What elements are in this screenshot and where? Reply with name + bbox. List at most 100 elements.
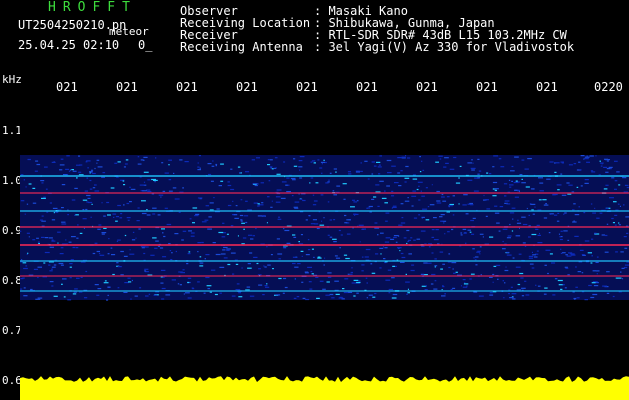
noise-speck [493,265,497,267]
noise-speck [367,178,370,180]
noise-speck [309,288,313,290]
noise-speck [239,172,241,174]
noise-speck [208,173,212,176]
noise-speck [342,183,347,185]
noise-speck [575,266,577,268]
noise-speck [443,222,445,224]
noise-speck [168,190,173,192]
noise-speck [375,253,379,255]
noise-speck [493,155,499,157]
noise-speck [319,167,323,169]
noise-speck [506,203,511,205]
noise-speck [91,203,93,205]
noise-speck [514,189,518,191]
noise-speck [292,179,296,181]
noise-speck [223,257,228,259]
noise-speck [197,197,203,199]
noise-speck [580,185,583,187]
noise-speck [24,213,26,215]
noise-speck [590,170,594,172]
noise-speck [327,272,332,274]
noise-speck [299,177,303,179]
noise-speck [557,212,560,214]
noise-speck [608,166,613,168]
noise-speck [125,159,129,161]
noise-speck [66,155,70,157]
noise-speck [197,251,199,253]
noise-speck [489,292,493,294]
noise-speck [544,287,548,289]
noise-speck [364,160,368,162]
noise-speck [94,184,97,186]
noise-speck [529,263,534,265]
noise-speck [285,184,288,186]
noise-speck [573,297,577,300]
noise-speck [186,263,189,265]
noise-speck [258,268,261,270]
noise-speck [614,214,618,216]
noise-speck [368,294,373,296]
noise-speck [479,253,481,255]
noise-speck [556,184,562,186]
noise-speck [344,278,349,280]
noise-speck [358,224,364,226]
noise-speck [199,262,204,264]
noise-speck [173,172,175,174]
noise-speck [521,287,526,289]
noise-speck [518,253,522,255]
noise-speck [245,200,248,202]
noise-speck [74,214,76,216]
noise-speck [199,167,201,169]
noise-speck [422,208,428,210]
noise-speck [445,162,449,164]
noise-speck [291,195,294,197]
noise-speck [226,248,231,250]
noise-speck [26,232,30,234]
noise-speck [169,250,172,252]
noise-speck [397,157,403,159]
noise-speck [379,267,382,269]
noise-speck [264,285,268,287]
noise-speck [37,241,40,243]
noise-speck [439,251,444,253]
noise-speck [218,185,222,187]
noise-speck [510,286,513,288]
noise-speck [249,252,253,254]
noise-speck [619,205,621,207]
noise-speck [514,196,519,198]
noise-speck [502,240,504,243]
noise-speck [94,284,99,286]
carrier-band [20,244,629,246]
noise-speck [404,177,410,179]
noise-speck [528,257,533,259]
noise-speck [583,158,585,160]
noise-speck [359,241,361,243]
noise-speck [385,237,391,239]
noise-speck [507,235,512,237]
noise-speck [293,158,296,160]
noise-speck [106,201,110,204]
noise-speck [580,169,582,171]
noise-speck [256,157,260,159]
noise-speck [257,215,263,217]
noise-speck [469,231,472,233]
noise-speck [347,171,351,173]
noise-speck [201,221,207,223]
noise-speck [391,297,397,299]
noise-speck [459,165,462,167]
noise-speck [416,188,419,191]
antenna-value: : 3el Yagi(V) Az 330 for Vladivostok [314,40,575,54]
noise-speck [502,248,506,250]
noise-speck [207,228,212,230]
noise-speck [307,266,312,268]
noise-speck [551,262,556,264]
noise-speck [79,164,83,166]
noise-speck [115,220,118,222]
noise-speck [136,220,140,222]
noise-speck [610,168,612,170]
noise-speck [320,161,325,163]
noise-speck [405,165,409,168]
noise-speck [406,229,410,232]
noise-speck [604,251,609,253]
noise-speck [90,216,92,218]
